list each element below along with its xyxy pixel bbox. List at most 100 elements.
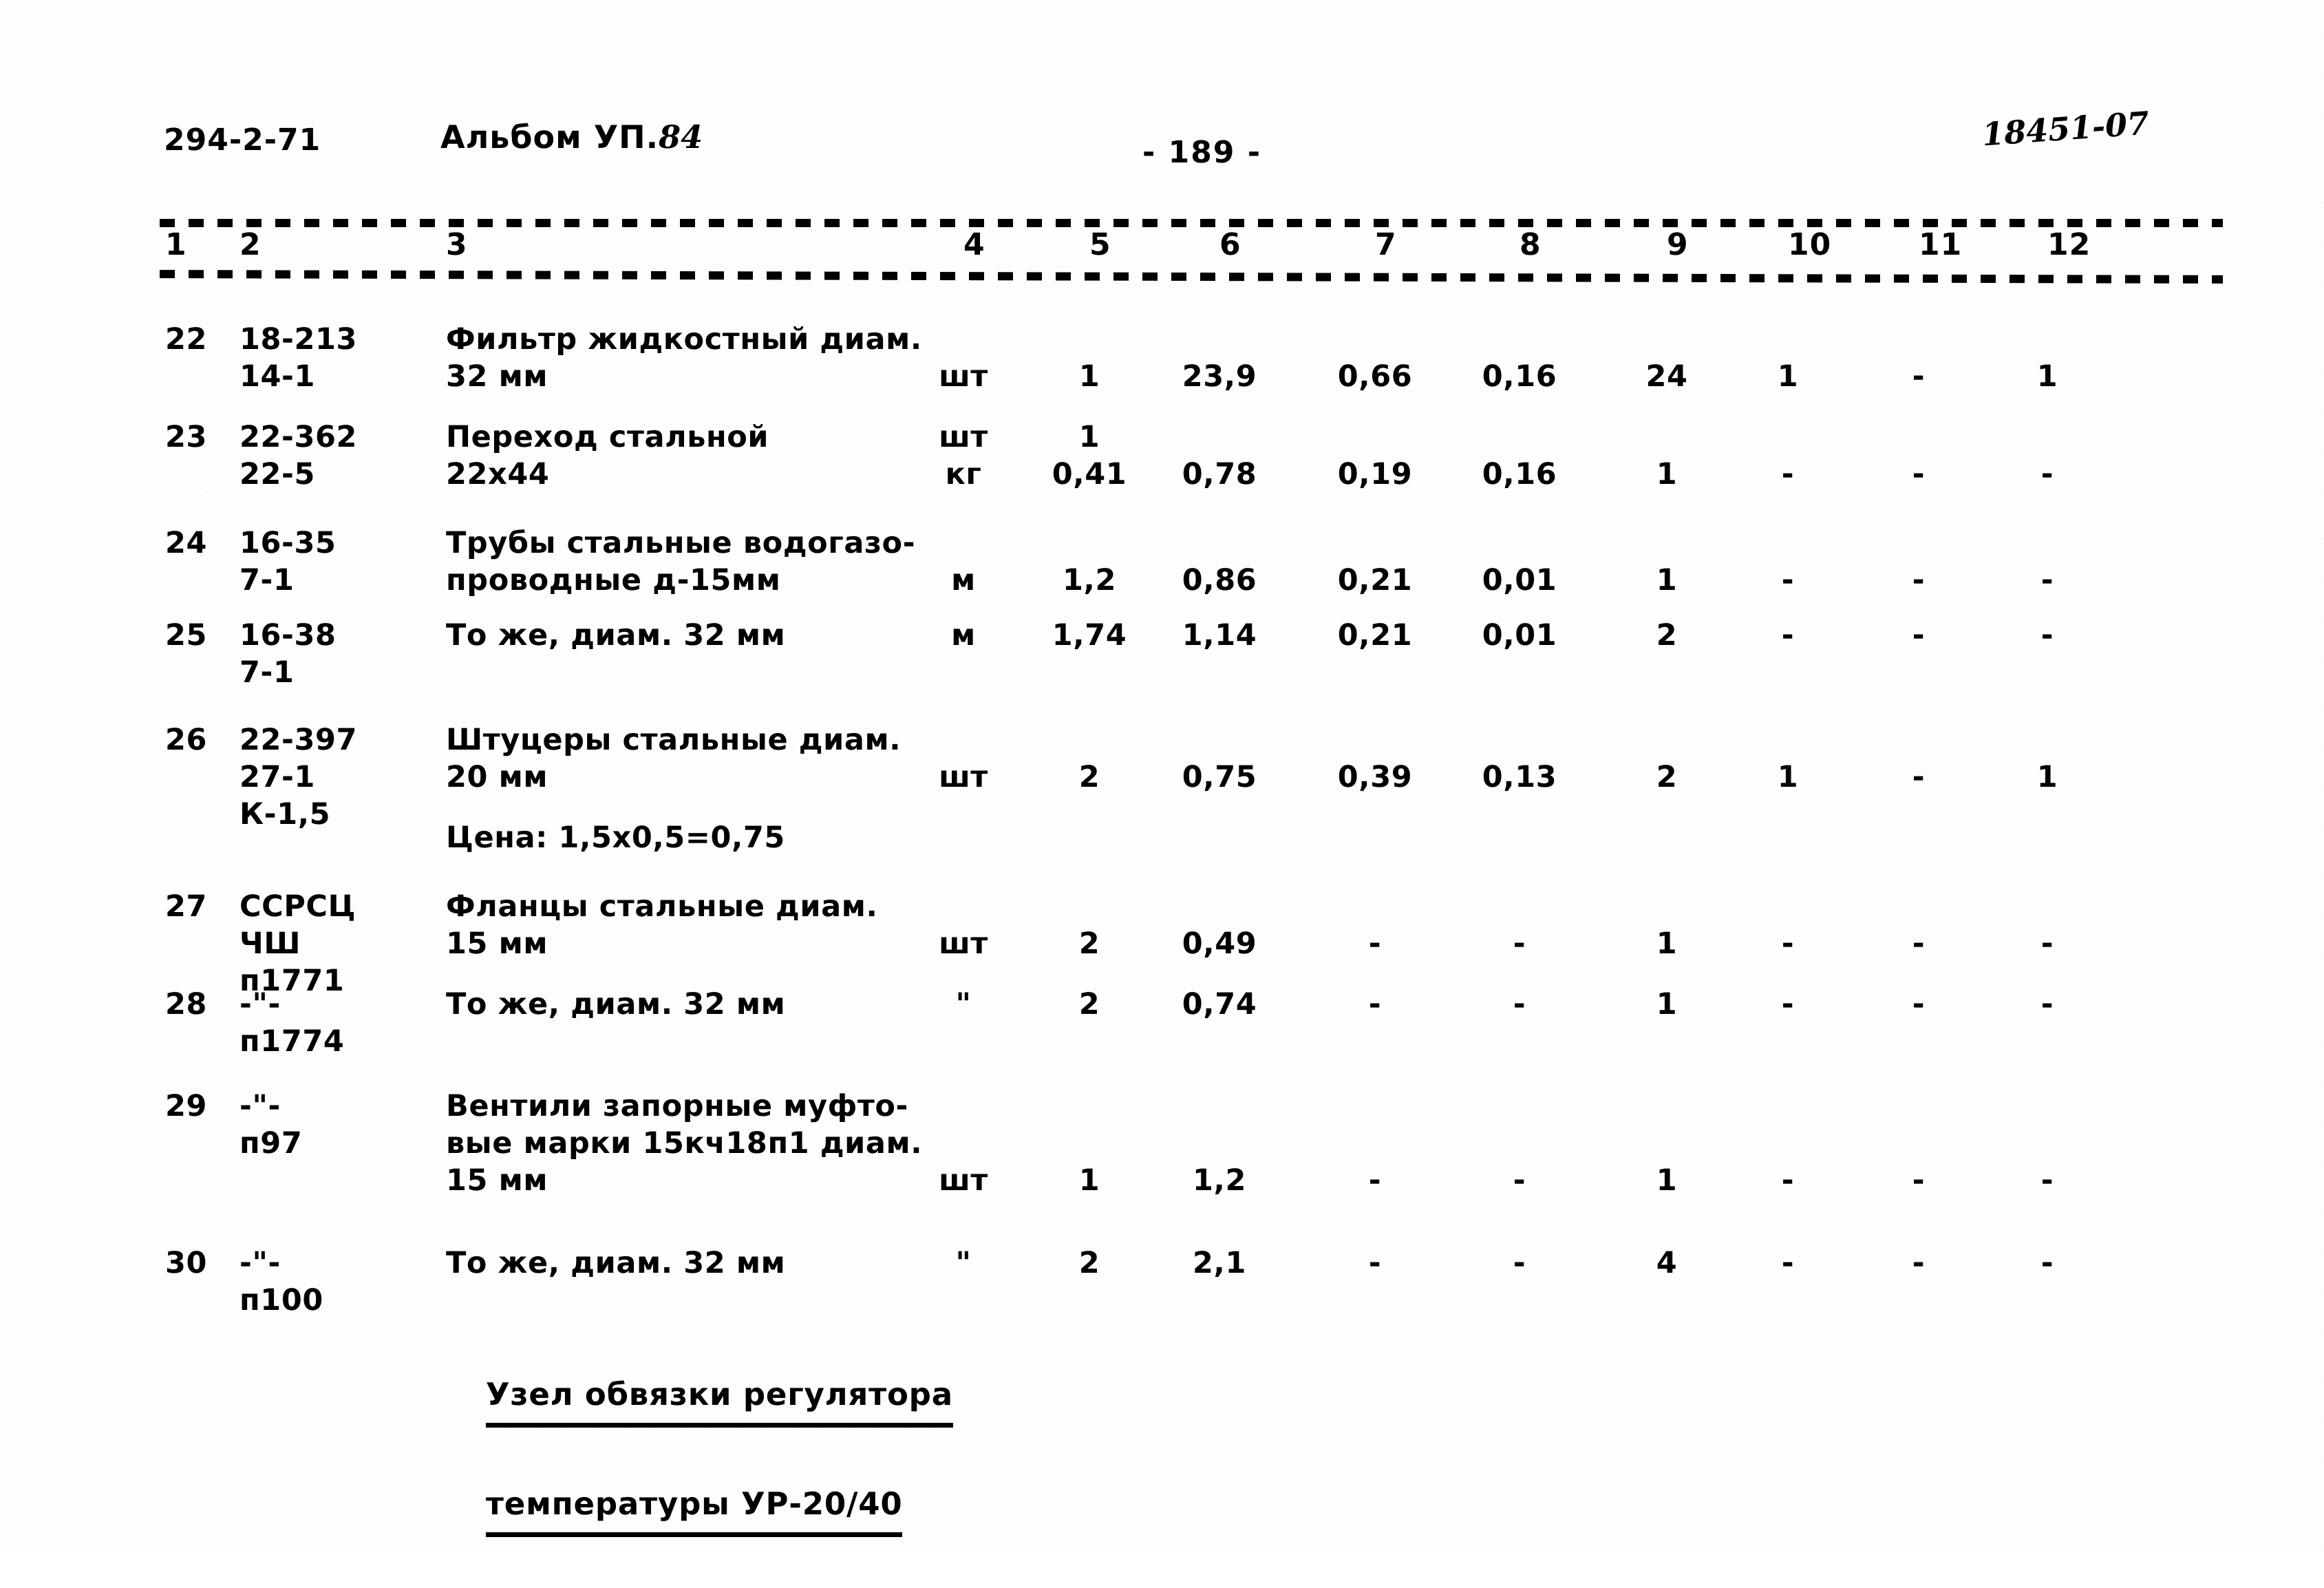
unit-cell: " [955,987,972,1021]
machine-cell: 0,16 [1482,359,1557,394]
col12-cell: 1 [2036,359,2058,394]
price-cell: 1,14 [1182,618,1257,653]
price-cell: 1,2 [1193,1163,1246,1198]
labour-cell: 0,66 [1337,359,1413,394]
quantity-cell: 1 [1078,359,1100,394]
item-code: ССРСЦ ЧШ п1771 [239,889,356,998]
price-cell: 23,9 [1182,359,1257,394]
row-number: 24 [165,526,208,560]
item-name: Штуцеры стальные диам. 20 мм [446,723,902,794]
section-heading-line-1: Узел обвязки регулятора [485,1369,953,1428]
row-number: 29 [165,1089,208,1123]
item-code: 18-213 14-1 [239,322,358,394]
item-code: -"- п100 [239,1246,323,1317]
col12-cell: - [2040,1163,2054,1198]
col11-cell: - [1912,987,1926,1021]
col10-cell: - [1781,927,1795,961]
col12-cell: - [2040,618,2054,653]
row-number: 22 [165,322,208,357]
unit-cell: шт кг [939,420,988,491]
quantity-cell: 1,2 [1063,563,1116,597]
quantity-cell: 1,74 [1052,618,1127,653]
unit-cell: м [951,563,976,597]
col10-cell: - [1781,618,1795,653]
col10-cell: 1 [1777,760,1799,794]
row-number: 30 [165,1246,208,1280]
labour-cell: 0,39 [1337,760,1413,794]
col10-cell: 1 [1777,359,1799,394]
col11-cell: - [1912,927,1926,961]
item-code: 16-35 7-1 [239,526,337,597]
unit-cell: шт [939,359,988,394]
price-cell: 0,75 [1182,760,1257,794]
row-number: 23 [165,420,208,454]
quantity-cell: 1 [1078,1163,1100,1198]
col10-cell: - [1781,1163,1795,1198]
unit-cell: " [955,1246,972,1280]
count-cell: 2 [1656,618,1678,653]
count-cell: 1 [1656,1163,1678,1198]
item-note: Цена: 1,5х0,5=0,75 [446,821,785,855]
item-name: Переход стальной 22х44 [446,420,769,491]
labour-cell: 0,21 [1337,563,1413,597]
col11-cell: - [1912,760,1926,794]
count-cell: 1 [1656,987,1678,1021]
col12-cell: 1 [2036,760,2058,794]
item-code: 16-38 7-1 [239,618,337,690]
unit-cell: м [951,618,976,653]
col11-cell: - [1912,563,1926,597]
col12-cell: - [2040,927,2054,961]
col12-cell: - [2040,1246,2054,1280]
row-number: 28 [165,987,208,1021]
col10-cell: - [1781,987,1795,1021]
count-cell: 24 [1645,359,1688,394]
labour-cell: - [1368,1246,1382,1280]
quantity-cell: 2 [1078,760,1100,794]
price-cell: 2,1 [1193,1246,1246,1280]
unit-cell: шт [939,1163,988,1198]
item-name: Трубы стальные водогазо- проводные д-15м… [446,526,916,597]
item-name: Фильтр жидкостный диам. 32 мм [446,322,922,394]
price-cell: 0,49 [1182,927,1257,961]
col12-cell: - [2040,563,2054,597]
machine-cell: 0,13 [1482,760,1557,794]
machine-cell: - [1513,1246,1526,1280]
count-cell: 2 [1656,760,1678,794]
col11-cell: - [1912,359,1926,394]
row-number: 26 [165,723,208,757]
item-code: -"- п97 [239,1089,303,1161]
section-heading-line-2: температуры УР-20/40 [485,1479,903,1537]
col11-cell: - [1912,1163,1926,1198]
item-name: Фланцы стальные диам. 15 мм [446,889,878,961]
unit-cell: шт [939,927,988,961]
col10-cell: - [1781,457,1795,491]
machine-cell: 0,01 [1482,563,1557,597]
row-number: 27 [165,889,208,924]
price-cell: 0,78 [1182,457,1257,491]
col11-cell: - [1912,457,1926,491]
count-cell: 1 [1656,457,1678,491]
item-name: То же, диам. 32 мм [446,987,786,1021]
machine-cell: 0,16 [1482,457,1557,491]
item-code: 22-397 27-1 К-1,5 [239,723,358,832]
row-number: 25 [165,618,208,653]
unit-cell: шт [939,760,988,794]
count-cell: 4 [1656,1246,1678,1280]
item-name: Вентили запорные муфто- вые марки 15кч18… [446,1089,923,1198]
labour-cell: - [1368,1163,1382,1198]
labour-cell: 0,21 [1337,618,1413,653]
item-name: То же, диам. 32 мм [446,618,786,653]
section-heading: Узел обвязки регулятора температуры УР-2… [440,1318,953,1588]
col10-cell: - [1781,563,1795,597]
quantity-cell: 1 0,41 [1052,420,1127,491]
price-cell: 0,74 [1182,987,1257,1021]
machine-cell: - [1513,987,1526,1021]
item-name: То же, диам. 32 мм [446,1246,786,1280]
machine-cell: - [1513,1163,1526,1198]
labour-cell: - [1368,987,1382,1021]
machine-cell: - [1513,927,1526,961]
col11-cell: - [1912,1246,1926,1280]
count-cell: 1 [1656,563,1678,597]
labour-cell: - [1368,927,1382,961]
document-page: 294-2-71 Альбом УП.84 - 189 - 18451-07 1… [0,0,2324,1553]
